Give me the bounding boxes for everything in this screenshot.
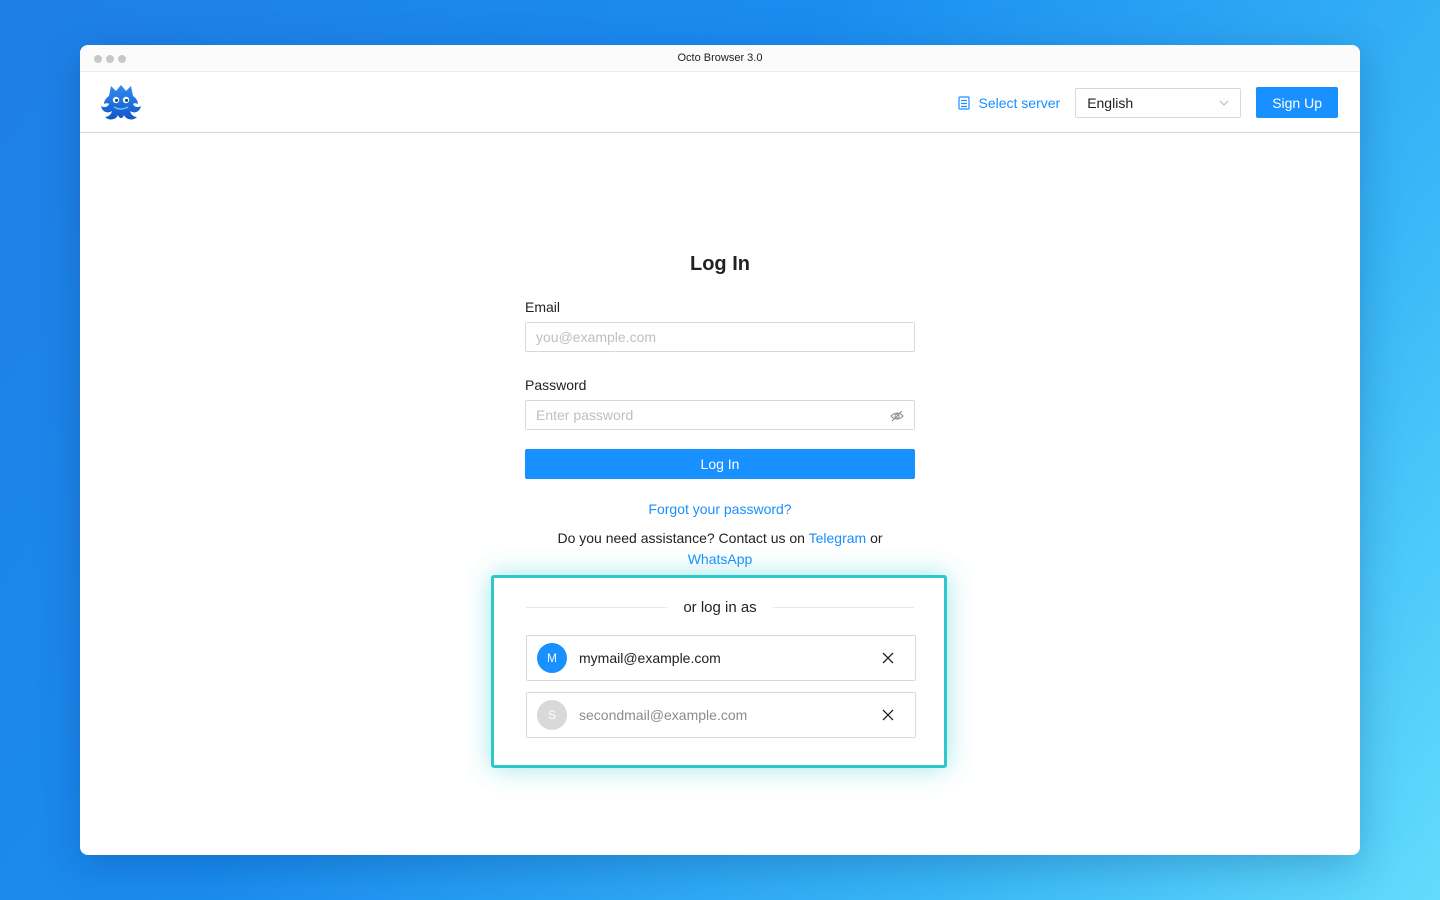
close-icon[interactable] bbox=[881, 651, 895, 665]
close-icon[interactable] bbox=[881, 708, 895, 722]
page-title: Log In bbox=[690, 253, 750, 275]
chevron-down-icon bbox=[1219, 100, 1229, 106]
divider-line-left bbox=[526, 606, 668, 608]
title-bar: Octo Browser 3.0 bbox=[80, 45, 1360, 72]
app-window: Octo Browser 3.0 Select server English S… bbox=[80, 45, 1360, 855]
log-in-button[interactable]: Log In bbox=[525, 449, 915, 479]
password-field[interactable] bbox=[526, 401, 914, 429]
password-label: Password bbox=[525, 377, 587, 393]
or-text: or bbox=[870, 530, 883, 546]
divider: or log in as bbox=[526, 596, 914, 618]
avatar: M bbox=[537, 643, 567, 673]
avatar: S bbox=[537, 700, 567, 730]
sign-up-button[interactable]: Sign Up bbox=[1256, 87, 1338, 118]
app-header: Select server English Sign Up bbox=[80, 72, 1360, 133]
telegram-link[interactable]: Telegram bbox=[809, 530, 867, 546]
assistance-text: Do you need assistance? Contact us on Te… bbox=[525, 528, 915, 570]
password-field-wrapper bbox=[525, 400, 915, 430]
window-title: Octo Browser 3.0 bbox=[677, 52, 763, 64]
whatsapp-link[interactable]: WhatsApp bbox=[688, 551, 753, 567]
select-server-link[interactable]: Select server bbox=[958, 95, 1060, 111]
account-email: secondmail@example.com bbox=[579, 707, 748, 723]
language-select[interactable]: English bbox=[1075, 87, 1242, 118]
eye-hidden-icon[interactable] bbox=[890, 409, 904, 423]
select-server-label: Select server bbox=[978, 94, 1061, 111]
octopus-logo-icon bbox=[101, 85, 141, 120]
login-form: Log In Email Password Log In Forgot your… bbox=[525, 250, 915, 570]
assistance-prefix: Do you need assistance? Contact us on bbox=[557, 530, 805, 546]
divider-line-right bbox=[772, 606, 914, 608]
language-value: English bbox=[1087, 94, 1134, 111]
email-label: Email bbox=[525, 299, 561, 315]
email-field-wrapper bbox=[525, 322, 915, 352]
divider-label: or log in as bbox=[683, 598, 757, 616]
saved-accounts-panel: or log in as M mymail@example.com S seco… bbox=[491, 575, 947, 768]
saved-account-item[interactable]: M mymail@example.com bbox=[526, 635, 916, 681]
forgot-password-link[interactable]: Forgot your password? bbox=[525, 500, 915, 518]
email-field[interactable] bbox=[526, 323, 914, 351]
server-icon bbox=[958, 95, 971, 110]
account-email: mymail@example.com bbox=[579, 650, 721, 666]
saved-account-item[interactable]: S secondmail@example.com bbox=[526, 692, 916, 738]
